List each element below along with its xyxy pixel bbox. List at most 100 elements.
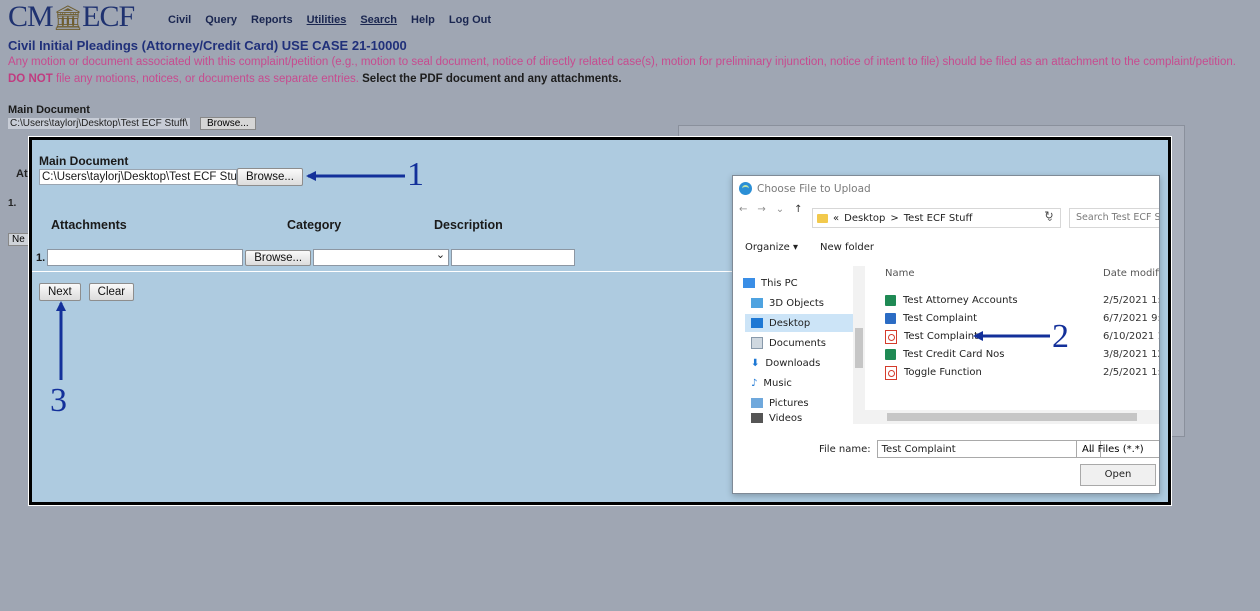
file-name: Test Complaint	[903, 313, 978, 324]
music-note-icon: ♪	[751, 377, 758, 389]
main-document-browse-button[interactable]: Browse...	[237, 168, 303, 186]
menu-logout[interactable]: Log Out	[449, 14, 491, 26]
file-name-value: Test Complaint	[881, 444, 956, 455]
form-title: Civil Initial Pleadings (Attorney/Credit…	[8, 38, 407, 53]
file-row[interactable]: Test Credit Card Nos	[885, 346, 1005, 363]
description-field[interactable]	[451, 249, 576, 266]
tree-scrollbar-thumb[interactable]	[855, 328, 863, 368]
search-input[interactable]: Search Test ECF Stuff	[1069, 208, 1159, 228]
category-select[interactable]: ⌄	[313, 249, 450, 266]
breadcrumb-separator: >	[890, 212, 899, 224]
attachment-path-field[interactable]	[47, 249, 244, 266]
menu-help[interactable]: Help	[411, 14, 435, 26]
dialog-title-text: Choose File to Upload	[757, 182, 871, 195]
tree-item-music[interactable]: ♪ Music	[745, 374, 855, 392]
tree-item-videos[interactable]: Videos	[745, 412, 855, 424]
panel-divider	[32, 271, 732, 272]
file-name: Toggle Function	[904, 367, 982, 378]
breadcrumb-desktop[interactable]: Desktop	[844, 213, 885, 224]
file-name: Test Complaint	[904, 331, 979, 342]
file-row-selected[interactable]: Test Complaint	[885, 328, 978, 345]
menu-utilities[interactable]: Utilities	[307, 14, 347, 26]
instruction-select: Select the PDF document and any attachme…	[362, 73, 622, 85]
navigation-tree: This PC 3D Objects Desktop Documents ⬇ D…	[733, 266, 855, 426]
instruction-warning: DO NOT	[8, 73, 53, 85]
tree-item-desktop[interactable]: Desktop	[745, 314, 855, 332]
breadcrumb-overflow[interactable]: «	[833, 213, 839, 224]
recent-chevron-icon[interactable]: ⌄	[776, 204, 784, 215]
attachments-header: Attachments	[51, 218, 127, 232]
file-row[interactable]: Toggle Function	[885, 364, 982, 381]
column-date-modified[interactable]: Date modified	[1103, 268, 1159, 279]
spreadsheet-icon	[885, 295, 896, 306]
tree-item-downloads[interactable]: ⬇ Downloads	[745, 354, 855, 372]
file-list: Name Date modified Test Attorney Account…	[867, 266, 1159, 426]
download-icon: ⬇	[751, 357, 760, 369]
refresh-icon[interactable]: ↻	[1037, 209, 1061, 227]
desktop-icon	[751, 318, 763, 328]
bg-browse-button[interactable]: Browse...	[200, 117, 256, 130]
menu-search[interactable]: Search	[360, 14, 397, 26]
file-date: 6/10/2021 1	[1103, 331, 1160, 342]
menu-civil[interactable]: Civil	[168, 14, 191, 26]
next-button[interactable]: Next	[39, 283, 81, 301]
file-name-input[interactable]: Test Complaint ⌄	[876, 440, 1101, 458]
callout-label-3: 3	[50, 382, 67, 419]
breadcrumb-test-ecf-stuff[interactable]: Test ECF Stuff	[904, 213, 973, 224]
file-list-scrollbar[interactable]	[853, 410, 1159, 424]
attachment-browse-button[interactable]: Browse...	[245, 249, 312, 266]
category-header: Category	[287, 218, 342, 232]
address-bar[interactable]: « Desktop > Test ECF Stuff ⌄	[812, 208, 1061, 228]
logo-left: CM	[8, 0, 54, 33]
clear-button[interactable]: Clear	[88, 283, 135, 301]
instruction-main: Any motion or document associated with t…	[8, 56, 1236, 68]
menu-reports[interactable]: Reports	[251, 14, 293, 26]
file-date: 3/8/2021 12	[1103, 349, 1160, 360]
file-list-scrollbar-thumb[interactable]	[887, 413, 1137, 421]
back-arrow-icon[interactable]: ←	[739, 204, 747, 215]
bg-next-button-fragment[interactable]: Ne	[8, 233, 29, 246]
main-document-path-field[interactable]: C:\Users\taylorj\Desktop\Test ECF Stuff\	[39, 169, 237, 185]
up-arrow-icon[interactable]: ↑	[794, 204, 802, 215]
tree-item-3d-objects[interactable]: 3D Objects	[745, 294, 855, 312]
file-row[interactable]: Test Complaint	[885, 310, 977, 327]
file-name-row: File name: Test Complaint ⌄	[819, 440, 1101, 458]
bg-main-document-label: Main Document	[8, 104, 90, 116]
description-header: Description	[434, 218, 503, 232]
tree-label: Music	[763, 377, 792, 389]
documents-icon	[751, 337, 763, 349]
file-date: 2/5/2021 1:	[1103, 295, 1160, 306]
courthouse-icon: 🏛	[52, 6, 83, 32]
column-name[interactable]: Name	[885, 268, 915, 279]
file-date: 2/5/2021 1:	[1103, 367, 1160, 378]
tree-label: Downloads	[765, 357, 821, 369]
file-row[interactable]: Test Attorney Accounts	[885, 292, 1018, 309]
open-button[interactable]: Open	[1080, 464, 1156, 486]
menu-query[interactable]: Query	[205, 14, 237, 26]
pdf-icon	[885, 365, 897, 380]
word-document-icon	[885, 313, 896, 324]
form-instructions: Any motion or document associated with t…	[8, 54, 1243, 88]
edge-browser-icon	[739, 182, 752, 195]
file-name-label: File name:	[819, 443, 871, 455]
tree-scrollbar[interactable]	[853, 266, 865, 424]
chevron-down-icon: ⌄	[435, 249, 446, 261]
dialog-nav-buttons: ← → ⌄ ↑	[739, 204, 803, 215]
instruction-after: file any motions, notices, or documents …	[55, 73, 359, 85]
tree-label: This PC	[761, 277, 798, 289]
tree-label: Documents	[769, 337, 827, 349]
file-type-select[interactable]: All Files (*.*)	[1076, 440, 1159, 458]
3d-objects-icon	[751, 298, 763, 308]
pictures-icon	[751, 398, 763, 408]
dialog-toolbar: Organize ▾ New folder	[745, 242, 874, 253]
tree-item-documents[interactable]: Documents	[745, 334, 855, 352]
tree-item-this-pc[interactable]: This PC	[737, 274, 847, 292]
new-folder-button[interactable]: New folder	[820, 242, 874, 253]
organize-button[interactable]: Organize ▾	[745, 242, 798, 253]
attachment-row: 1. Browse... ⌄	[36, 249, 576, 266]
form-actions: Next Clear	[39, 283, 135, 301]
tree-item-pictures[interactable]: Pictures	[745, 394, 855, 412]
forward-arrow-icon[interactable]: →	[757, 204, 765, 215]
file-upload-dialog: Choose File to Upload ← → ⌄ ↑ « Desktop …	[732, 175, 1160, 494]
bg-main-document-path: C:\Users\taylorj\Desktop\Test ECF Stuff\	[8, 118, 190, 129]
